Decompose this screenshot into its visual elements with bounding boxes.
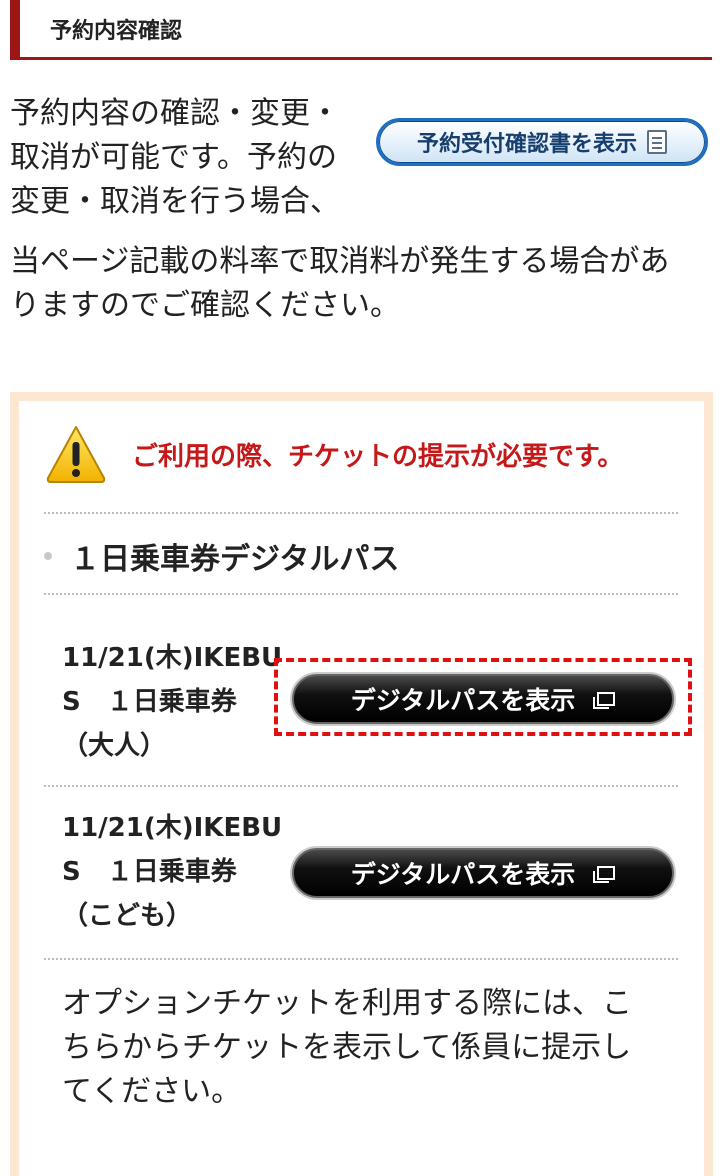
note-line: てください。 xyxy=(62,1074,242,1109)
intro-text-continued: 当ページ記載の料率で取消料が発生する場合があ りますのでご確認ください。 xyxy=(10,240,710,328)
pass-title-text: １日乗車券デジタルパス xyxy=(70,542,400,577)
new-window-icon xyxy=(593,866,616,883)
ticket-line: 11/21(木)IKEBU xyxy=(62,643,283,673)
bullet-icon xyxy=(44,552,52,560)
show-digital-pass-child-button[interactable]: デジタルパスを表示 xyxy=(292,848,674,898)
divider xyxy=(44,512,678,514)
note-line: ちらからチケットを表示して係員に提示し xyxy=(62,1030,632,1065)
ticket-adult-label: 11/21(木)IKEBU S １日乗車券 （大人） xyxy=(62,636,282,768)
ticket-line: S １日乗車券 xyxy=(62,687,237,717)
warning-triangle-icon xyxy=(46,426,106,483)
divider xyxy=(44,785,678,787)
intro-line: 予約内容の確認・変更・ xyxy=(10,96,340,131)
ticket-line: （こども） xyxy=(62,901,193,931)
highlight-box xyxy=(274,658,692,736)
divider xyxy=(44,958,678,960)
intro-line: 変更・取消を行う場合、 xyxy=(10,184,340,219)
intro-line: 取消が可能です。予約の xyxy=(10,140,337,175)
view-receipt-button[interactable]: 予約受付確認書を表示 xyxy=(376,118,708,166)
section-title: 予約内容確認 xyxy=(50,18,183,44)
warning-text: ご利用の際、チケットの提示が必要です。 xyxy=(132,441,624,472)
warning-row: ご利用の際、チケットの提示が必要です。 xyxy=(44,420,684,488)
ticket-child-label: 11/21(木)IKEBU S １日乗車券 （こども） xyxy=(62,806,282,938)
intro-text: 予約内容の確認・変更・ 取消が可能です。予約の 変更・取消を行う場合、 xyxy=(10,92,360,224)
show-digital-pass-label: デジタルパスを表示 xyxy=(350,860,576,889)
option-ticket-note: オプションチケットを利用する際には、こ ちらからチケットを表示して係員に提示し … xyxy=(62,982,672,1114)
view-receipt-label: 予約受付確認書を表示 xyxy=(416,132,637,157)
pdf-document-icon xyxy=(647,130,667,154)
divider xyxy=(44,593,678,595)
pass-title: １日乗車券デジタルパス xyxy=(44,534,399,578)
ticket-line: （大人） xyxy=(62,731,167,761)
ticket-line: 11/21(木)IKEBU xyxy=(62,813,283,843)
intro-line: 当ページ記載の料率で取消料が発生する場合があ xyxy=(10,244,670,279)
ticket-line: S １日乗車券 xyxy=(62,857,237,887)
intro-line: りますのでご確認ください。 xyxy=(10,288,400,323)
note-line: オプションチケットを利用する際には、こ xyxy=(62,986,632,1021)
section-header: 予約内容確認 xyxy=(10,0,712,60)
